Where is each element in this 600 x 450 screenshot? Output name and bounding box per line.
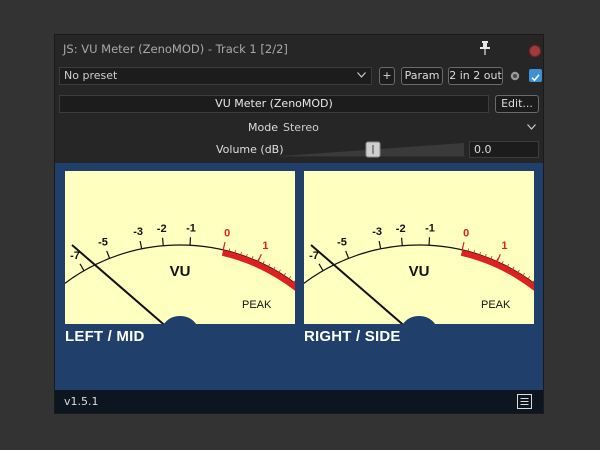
volume-label: Volume (dB)	[216, 143, 284, 156]
footer-bar: v1.5.1	[55, 390, 543, 413]
minor-tick	[490, 256, 493, 260]
peak-label: PEAK	[481, 299, 511, 311]
left-channel-label: LEFT / MID	[65, 328, 145, 345]
minor-tick	[245, 253, 248, 257]
scale-label: -3	[372, 226, 382, 238]
scale-label: -1	[425, 222, 435, 234]
scale-label: -2	[396, 223, 406, 235]
scale-tick	[400, 237, 403, 246]
scale-tick	[161, 237, 164, 246]
chevron-down-icon	[357, 72, 366, 78]
meter-panel: -20-10-7-5-3-2-10123VUPEAK -20-10-7-5-3-…	[55, 163, 543, 390]
scale-label: 0	[463, 227, 469, 239]
meter-dial: -20-10-7-5-3-2-10123VUPEAK	[65, 222, 295, 324]
preset-value: No preset	[64, 69, 118, 82]
checkmark-icon	[531, 74, 540, 82]
scale-tick	[496, 254, 501, 262]
plugin-name-field: VU Meter (ZenoMOD)	[59, 95, 489, 113]
edit-button[interactable]: Edit...	[495, 95, 539, 113]
menu-icon[interactable]	[517, 394, 532, 409]
scale-label: 1	[501, 240, 507, 252]
minor-tick	[517, 269, 520, 273]
scale-label: 1	[262, 240, 268, 252]
scale-tick	[257, 254, 262, 262]
minor-tick	[484, 253, 487, 257]
vu-needle	[310, 244, 404, 324]
scale-tick	[139, 240, 143, 249]
minor-tick	[527, 276, 531, 280]
meter-dial: -20-10-7-5-3-2-10123VUPEAK	[304, 222, 534, 324]
minor-tick	[479, 251, 481, 255]
vu-meter-right: -20-10-7-5-3-2-10123VUPEAK	[304, 171, 534, 324]
minor-tick	[283, 272, 286, 276]
plugin-window: JS: VU Meter (ZenoMOD) - Track 1 [2/2] N…	[54, 34, 544, 414]
scale-label: -3	[133, 226, 143, 238]
vu-meter-left: -20-10-7-5-3-2-10123VUPEAK	[65, 171, 295, 324]
add-preset-button[interactable]: +	[379, 67, 395, 85]
scale-tick	[532, 280, 534, 284]
minor-tick	[240, 251, 242, 255]
scale-tick	[222, 241, 226, 251]
vu-label: VU	[170, 263, 191, 280]
minor-tick	[288, 276, 292, 280]
peak-label: PEAK	[242, 299, 272, 311]
minor-tick	[278, 269, 281, 273]
minor-tick	[262, 260, 265, 265]
scale-tick	[345, 250, 350, 259]
minor-tick	[507, 263, 510, 267]
scale-label: -7	[309, 250, 319, 262]
pin-icon[interactable]	[478, 40, 492, 56]
minor-tick	[522, 272, 525, 276]
volume-value-field[interactable]: 0.0	[469, 141, 539, 158]
vu-needle	[71, 244, 165, 324]
vu-label: VU	[409, 263, 430, 280]
right-channel-label: RIGHT / SIDE	[304, 328, 401, 345]
scale-label: -1	[186, 222, 196, 234]
close-button[interactable]	[529, 45, 541, 57]
minor-tick	[251, 256, 254, 260]
io-routing-button[interactable]: 2 in 2 out	[448, 67, 503, 85]
minor-tick	[268, 263, 271, 267]
param-button[interactable]: Param	[401, 67, 443, 85]
chevron-down-icon	[527, 124, 536, 130]
scale-label: -2	[157, 223, 167, 235]
scale-tick	[461, 241, 465, 251]
version-label: v1.5.1	[64, 395, 99, 408]
scale-tick	[106, 250, 111, 259]
scale-label: -7	[70, 250, 80, 262]
scale-tick	[378, 240, 382, 249]
minor-tick	[501, 260, 504, 265]
volume-slider[interactable]	[279, 141, 466, 158]
scale-label: -5	[98, 237, 108, 249]
window-title: JS: VU Meter (ZenoMOD) - Track 1 [2/2]	[63, 42, 288, 56]
scale-label: 0	[224, 227, 230, 239]
scale-tick	[318, 263, 324, 272]
bypass-checkbox[interactable]	[529, 69, 542, 82]
mode-value: Stereo	[283, 121, 319, 134]
monitor-icon[interactable]	[510, 71, 520, 81]
mode-label: Mode	[248, 121, 278, 134]
scale-tick	[79, 263, 85, 272]
preset-dropdown[interactable]: No preset	[59, 67, 372, 85]
scale-tick	[293, 280, 295, 284]
minor-tick	[273, 266, 276, 270]
mode-dropdown[interactable]: Stereo	[279, 119, 539, 137]
scale-label: -5	[337, 237, 347, 249]
minor-tick	[512, 266, 515, 270]
